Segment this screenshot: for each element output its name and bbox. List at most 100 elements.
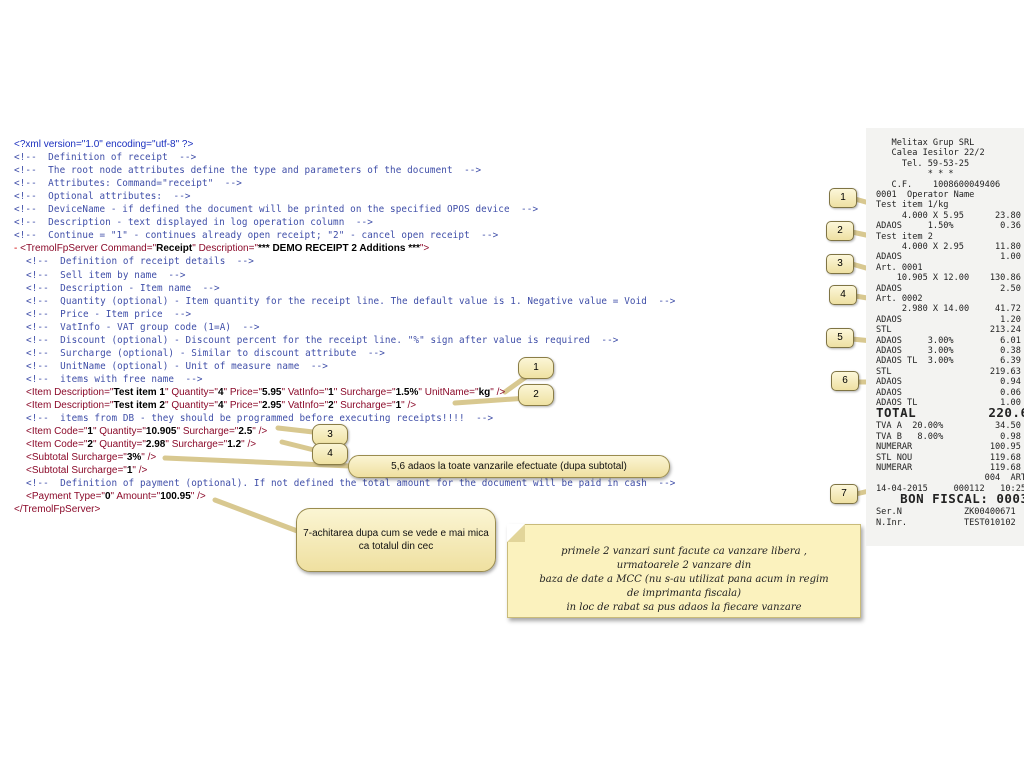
xml-token: 2.95 xyxy=(262,400,282,411)
receipt-line: Calea Iesilor 22/2 xyxy=(876,148,985,159)
receipt-callout-2: 2 xyxy=(826,221,854,241)
callout-4: 4 xyxy=(312,443,348,465)
receipt-callout-7: 7 xyxy=(830,484,858,504)
receipt-callout-3: 3 xyxy=(826,254,854,274)
xml-token: Test item 1 xyxy=(113,386,165,398)
receipt-line: NUMERAR 119.68 xyxy=(876,463,1021,473)
receipt-line: Art. 0001 xyxy=(876,262,923,273)
xml-token: "> xyxy=(419,243,430,255)
xml-token: Command=" xyxy=(97,243,157,255)
receipt-line: ADAOS 3.00% 6.01 A xyxy=(876,335,1024,346)
xml-token: " /> xyxy=(252,426,268,438)
note-line: in loc de rabat sa pus adaos la fiecare … xyxy=(566,602,802,613)
receipt-line: ADAOS 3.00% 0.38 B xyxy=(876,346,1024,356)
receipt-line: ADAOS TL 3.00% 6.39 xyxy=(876,356,1021,367)
xml-comment-line: <!-- Definition of receipt --> xyxy=(14,152,197,164)
xml-token: <Subtotal Surcharge=" xyxy=(26,465,127,477)
payment-annotation-text: 7-achitarea dupa cum se vede e mai mica … xyxy=(303,528,489,552)
xml-token: " Quantity=" xyxy=(164,400,218,411)
xml-comment-line: <!-- Quantity (optional) - Item quantity… xyxy=(26,295,676,307)
xml-token: <Item Description=" xyxy=(26,386,114,398)
xml-element-line: <?xml version="1.0" encoding="utf-8" ?> xyxy=(14,138,193,151)
note-line: baza de date a MCC (nu s-au utilizat pan… xyxy=(539,574,829,585)
xml-comment-line: <!-- Surcharge (optional) - Similar to d… xyxy=(26,347,385,359)
xml-token: 5.95 xyxy=(262,386,282,398)
receipt-line: Test item 1/kg xyxy=(876,200,949,211)
xml-token: <Item Description=" xyxy=(26,400,114,411)
xml-token: 2.98 xyxy=(145,439,166,451)
explanation-note: primele 2 vanzari sunt facute ca vanzare… xyxy=(507,524,861,618)
xml-comment-line: <!-- Attributes: Command="receipt" --> xyxy=(14,178,242,190)
receipt-line: ADAOS 0.06 B xyxy=(876,387,1024,398)
xml-token: " Price=" xyxy=(223,386,263,398)
xml-element-line: <Payment Type="0" Amount="100.95" /> xyxy=(26,490,206,503)
receipt-line: STL 213.24 xyxy=(876,325,1021,336)
xml-token: " Quantity=" xyxy=(92,439,146,451)
xml-token: " Amount=" xyxy=(110,491,161,503)
xml-token: " Price=" xyxy=(223,400,263,411)
receipt-line: * * * xyxy=(876,169,954,180)
receipt-line: ADAOS 1.20 A xyxy=(876,314,1024,325)
xml-comment-line: <!-- The root node attributes define the… xyxy=(14,165,482,177)
xml-token: " /> xyxy=(401,400,417,411)
xml-comment-line: <!-- Description - text displayed in log… xyxy=(14,217,373,229)
xml-token: " VatInfo=" xyxy=(281,400,329,411)
xml-element-line: <Subtotal Surcharge="1" /> xyxy=(26,464,147,477)
xml-comment-line: <!-- UnitName (optional) - Unit of measu… xyxy=(26,360,328,372)
xml-token: " Quantity=" xyxy=(164,386,218,398)
xml-comment-line: <!-- Price - Item price --> xyxy=(26,308,192,320)
xml-token: <?xml version="1.0" encoding="utf-8" ?> xyxy=(14,139,194,150)
xml-comment-line: <!-- Definition of receipt details --> xyxy=(26,256,254,268)
receipt-line: C.F. 1008600049406 xyxy=(876,179,1001,190)
xml-element-line: - <TremolFpServer Command="Receipt" Desc… xyxy=(14,242,429,255)
xml-comment-line: <!-- items from DB - they should be prog… xyxy=(26,413,494,425)
xml-token: " Surcharge=" xyxy=(176,426,239,438)
xml-token: <Subtotal Surcharge=" xyxy=(26,452,127,464)
receipt-line: 2.980 X 14.00 41.72 A xyxy=(876,304,1024,315)
xml-token: " /> xyxy=(241,439,257,451)
xml-token: " Surcharge=" xyxy=(333,400,396,411)
xml-comment-line: <!-- Continue = "1" - continues already … xyxy=(14,230,499,242)
xml-token: kg xyxy=(478,386,491,398)
receipt-line: Art. 0002 xyxy=(876,294,923,304)
xml-element-line: <Item Description="Test item 1" Quantity… xyxy=(26,386,505,399)
receipt-line: 0001 Operator Name xyxy=(876,190,975,200)
xml-token: 100.95 xyxy=(160,491,191,503)
note-line: de imprimanta fiscala) xyxy=(626,588,742,599)
note-line: urmatoarele 2 vanzare din xyxy=(616,560,752,571)
xml-token: </TremolFpServer> xyxy=(14,504,101,516)
payment-annotation: 7-achitarea dupa cum se vede e mai mica … xyxy=(296,508,496,572)
pointer-7 xyxy=(212,497,303,535)
xml-token: " UnitName=" xyxy=(418,386,479,398)
xml-token: " Surcharge=" xyxy=(333,386,396,398)
receipt-line: 4.000 X 5.95 23.80 A xyxy=(876,210,1024,221)
xml-token: 3% xyxy=(126,452,142,464)
xml-token: " /> xyxy=(141,452,157,464)
xml-token: " Surcharge=" xyxy=(165,439,228,451)
receipt-callout-5: 5 xyxy=(826,328,854,348)
xml-token: " /> xyxy=(490,386,506,398)
xml-comment-line: <!-- Optional attributes: --> xyxy=(14,191,191,203)
xml-token: " /> xyxy=(190,491,206,503)
xml-element-line: <Item Description="Test item 2" Quantity… xyxy=(26,399,416,412)
receipt-line: ADAOS 0.94 A xyxy=(876,377,1024,388)
receipt-line: 004 ART xyxy=(876,473,1024,484)
receipt-line: STL 219.63 xyxy=(876,366,1021,377)
xml-token: " VatInfo=" xyxy=(281,386,329,398)
fiscal-receipt-image: Melitax Grup SRL Calea Iesilor 22/2 Tel.… xyxy=(866,128,1024,546)
xml-token: " /> xyxy=(132,465,148,477)
xml-token: <TremolFpServer xyxy=(20,243,98,255)
receipt-callout-1: 1 xyxy=(829,188,857,208)
receipt-line: STL NOU 119.68 xyxy=(876,452,1021,463)
receipt-line: ADAOS 1.00 B xyxy=(876,252,1024,263)
xml-token: 10.905 xyxy=(145,426,177,438)
note-line: primele 2 vanzari sunt facute ca vanzare… xyxy=(561,546,807,557)
note-fold xyxy=(507,524,525,542)
xml-token: " Description=" xyxy=(192,243,258,255)
xml-token: <Item Code=" xyxy=(26,426,88,438)
xml-comment-line: <!-- items with free name --> xyxy=(26,373,203,385)
xml-token: " Quantity=" xyxy=(92,426,146,438)
xml-token: Test item 2 xyxy=(113,400,165,411)
xml-comment-line: <!-- VatInfo - VAT group code (1=A) --> xyxy=(26,321,260,333)
xml-comment-line: <!-- Definition of payment (optional). I… xyxy=(26,478,676,490)
